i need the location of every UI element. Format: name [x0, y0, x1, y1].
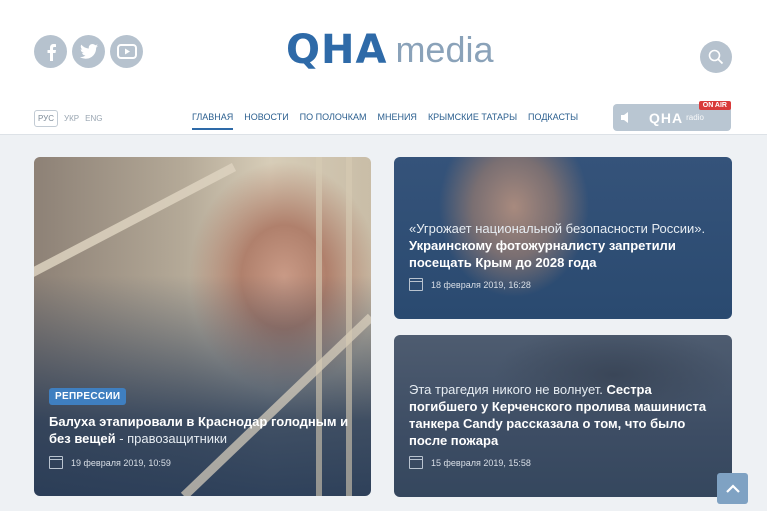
nav-item-opinions[interactable]: МНЕНИЯ — [377, 112, 416, 130]
facebook-icon[interactable] — [34, 35, 67, 68]
radio-player[interactable]: QHA radio ON AIR — [613, 101, 731, 131]
radio-logo: QHA — [649, 109, 684, 126]
nav-item-podcasts[interactable]: ПОДКАСТЫ — [528, 112, 578, 130]
speaker-icon[interactable] — [613, 111, 641, 124]
title-bold: Украинскому фотожурналисту запретили пос… — [409, 238, 676, 270]
card-date: 18 февраля 2019, 16:28 — [431, 279, 531, 290]
calendar-icon — [409, 278, 423, 291]
lang-ua[interactable]: УКР — [64, 114, 79, 123]
lang-en[interactable]: ENG — [85, 114, 102, 123]
card-meta: 19 февраля 2019, 10:59 — [49, 456, 171, 469]
card-title[interactable]: «Угрожает национальной безопасности Росс… — [409, 220, 719, 271]
on-air-badge: ON AIR — [698, 101, 731, 110]
logo-mark: QHA — [286, 27, 388, 73]
main-nav: ГЛАВНАЯ НОВОСТИ ПО ПОЛОЧКАМ МНЕНИЯ КРЫМС… — [192, 112, 578, 130]
lang-ru[interactable]: РУС — [34, 110, 59, 127]
card-meta: 18 февраля 2019, 16:28 — [409, 278, 531, 291]
nav-item-shelves[interactable]: ПО ПОЛОЧКАМ — [300, 112, 367, 130]
youtube-icon[interactable] — [110, 35, 143, 68]
news-card-bottom[interactable]: Эта трагедия никого не волнует. Сестра п… — [394, 335, 732, 497]
search-icon — [708, 49, 724, 65]
calendar-icon — [49, 456, 63, 469]
chevron-up-icon — [725, 484, 740, 493]
nav-item-news[interactable]: НОВОСТИ — [244, 112, 288, 130]
radio-label: radio — [686, 113, 704, 122]
logo-word: media — [395, 29, 494, 70]
category-tag[interactable]: РЕПРЕССИИ — [49, 388, 127, 405]
title-lead: «Угрожает национальной безопасности Росс… — [409, 221, 706, 236]
card-date: 15 февраля 2019, 15:58 — [431, 457, 531, 468]
card-date: 19 февраля 2019, 10:59 — [71, 457, 171, 468]
news-card-top[interactable]: «Угрожает национальной безопасности Росс… — [394, 157, 732, 319]
title-lead: Эта трагедия никого не волнует. — [409, 382, 603, 397]
calendar-icon — [409, 456, 423, 469]
scroll-top-button[interactable] — [717, 473, 748, 504]
nav-item-home[interactable]: ГЛАВНАЯ — [192, 112, 234, 130]
news-card-main[interactable]: РЕПРЕССИИ Балуха этапировали в Краснодар… — [34, 157, 371, 496]
title-rest: - правозащитники — [115, 431, 227, 446]
card-title[interactable]: Эта трагедия никого не волнует. Сестра п… — [409, 381, 719, 449]
language-switcher: РУС УКР ENG — [34, 110, 102, 127]
card-title[interactable]: Балуха этапировали в Краснодар голодным … — [49, 413, 359, 447]
site-header: QHA media РУС УКР ENG ГЛАВНАЯ НОВОСТИ ПО… — [0, 0, 767, 135]
nav-item-crimean-tatars[interactable]: КРЫМСКИЕ ТАТАРЫ — [428, 112, 517, 130]
search-button[interactable] — [700, 41, 732, 73]
social-links — [34, 35, 143, 68]
twitter-icon[interactable] — [72, 35, 105, 68]
site-logo[interactable]: QHA media — [286, 27, 494, 73]
card-meta: 15 февраля 2019, 15:58 — [409, 456, 531, 469]
